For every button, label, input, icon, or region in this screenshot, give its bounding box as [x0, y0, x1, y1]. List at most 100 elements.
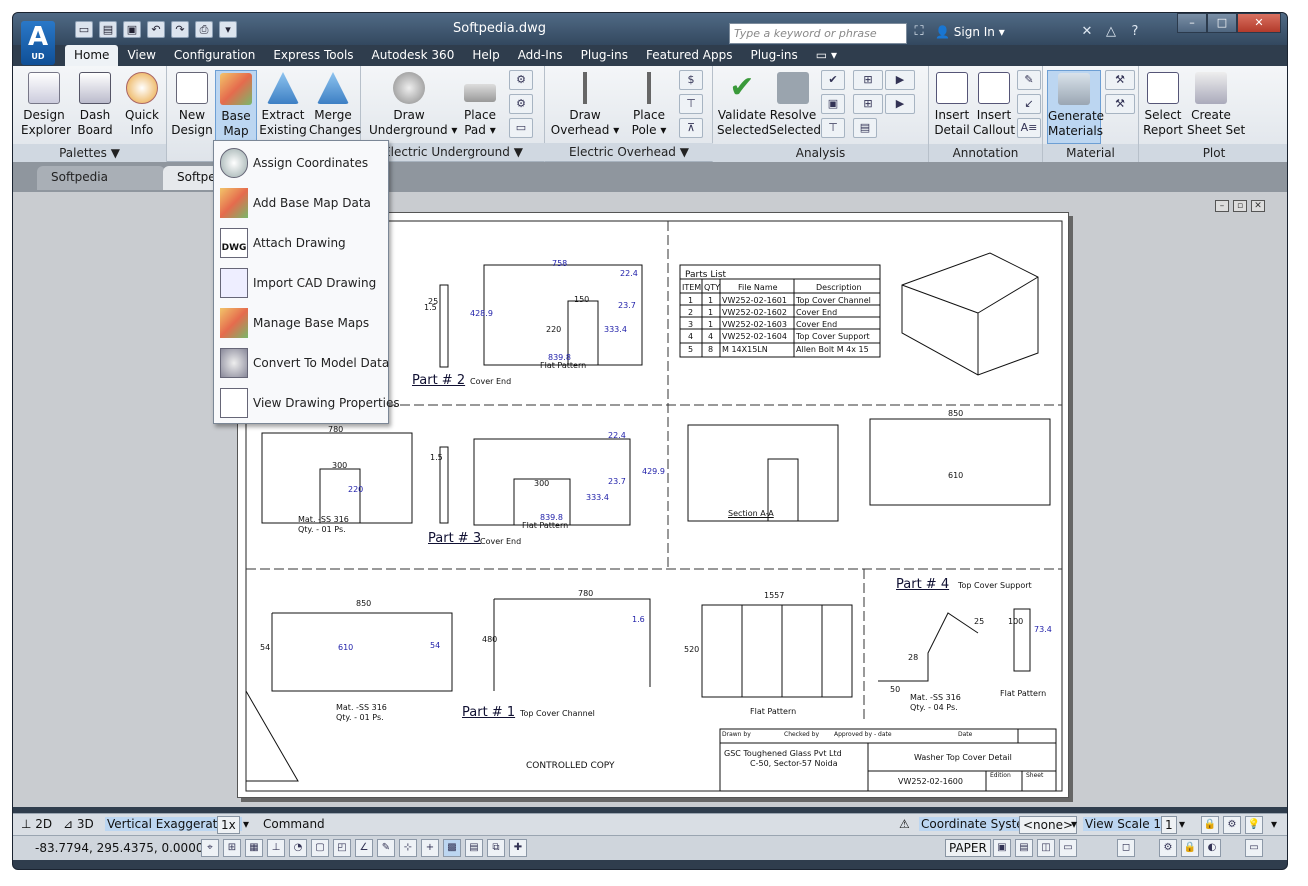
viewport-restore-icon[interactable]: ▫ — [1233, 200, 1247, 212]
palettes-title[interactable]: Palettes ▼ — [13, 144, 166, 162]
polar-icon[interactable]: ◔ — [289, 839, 307, 857]
transparency-icon[interactable]: ▩ — [443, 839, 461, 857]
dyn-icon[interactable]: ⊹ — [399, 839, 417, 857]
coordinate-dropdown-icon[interactable]: ▾ — [1071, 817, 1077, 831]
ducs-icon[interactable]: ✎ — [377, 839, 395, 857]
otrack-icon[interactable]: ∠ — [355, 839, 373, 857]
underground-tool-1-icon[interactable]: ⚙ — [509, 70, 533, 90]
tab-configuration[interactable]: Configuration — [165, 45, 264, 66]
app-menu-button[interactable]: A UD — [21, 21, 55, 65]
tab-view[interactable]: View — [118, 45, 164, 66]
generate-materials-button[interactable]: Generate Materials — [1047, 70, 1104, 144]
draw-overhead-button[interactable]: Draw Overhead ▾ — [549, 70, 621, 138]
qat-dropdown-icon[interactable]: ▾ — [219, 21, 237, 38]
workspace-icon[interactable]: ⚙ — [1159, 839, 1177, 857]
quick-properties-icon[interactable]: ▤ — [465, 839, 483, 857]
menu-item-view-drawing-properties[interactable]: View Drawing Properties — [214, 383, 400, 423]
ortho-icon[interactable]: ⊥ — [267, 839, 285, 857]
tab-home[interactable]: Home — [65, 45, 119, 66]
dash-board-button[interactable]: Dash Board — [75, 70, 115, 138]
sign-in-button[interactable]: 👤 Sign In ▾ — [935, 25, 1005, 39]
maximize-button[interactable]: □ — [1207, 13, 1237, 33]
exaggeration-value[interactable]: 1x — [217, 816, 240, 834]
analysis-tool-4-icon[interactable]: ⊞ — [853, 70, 883, 90]
merge-changes-button[interactable]: Merge Changes — [309, 70, 361, 138]
annotation-tool-2-icon[interactable]: ↙ — [1017, 94, 1041, 114]
print-icon[interactable]: ⎙ — [195, 21, 213, 38]
analysis-tool-1-icon[interactable]: ✔ — [821, 70, 845, 90]
new-file-icon[interactable]: ▭ — [75, 21, 93, 38]
material-tool-2-icon[interactable]: ⚒ — [1105, 94, 1135, 114]
undo-icon[interactable]: ↶ — [147, 21, 165, 38]
clean-screen-icon[interactable]: ▭ — [1245, 839, 1263, 857]
annotation-title[interactable]: Annotation — [929, 144, 1042, 162]
drawing-canvas[interactable]: – ▫ ✕ Parts List ITEM QTY File Name Desc… — [13, 192, 1287, 807]
tab-add-ins[interactable]: Add-Ins — [509, 45, 572, 66]
viewport-minimize-icon[interactable]: – — [1215, 200, 1229, 212]
design-explorer-button[interactable]: Design Explorer — [21, 70, 71, 138]
grid-icon[interactable]: ▦ — [245, 839, 263, 857]
osnap-icon[interactable]: ▢ — [311, 839, 329, 857]
tab-help[interactable]: Help — [463, 45, 508, 66]
infer-constraints-icon[interactable]: ⌖ — [201, 839, 219, 857]
search-input[interactable]: Type a keyword or phrase — [729, 23, 907, 44]
draw-underground-button[interactable]: Draw Underground ▾ — [369, 70, 457, 138]
underground-tool-3-icon[interactable]: ▭ — [509, 118, 533, 138]
close-button[interactable]: ✕ — [1237, 13, 1281, 33]
tab-featured-apps[interactable]: Featured Apps — [637, 45, 741, 66]
select-report-button[interactable]: Select Report — [1143, 70, 1183, 138]
paper-model-toggle[interactable]: PAPER — [945, 839, 991, 857]
save-icon[interactable]: ▣ — [123, 21, 141, 38]
3d-osnap-icon[interactable]: ◰ — [333, 839, 351, 857]
analysis-tool-2-icon[interactable]: ▣ — [821, 94, 845, 114]
quick-view-drawings-icon[interactable]: ▤ — [1015, 839, 1033, 857]
underground-tool-2-icon[interactable]: ⚙ — [509, 94, 533, 114]
tab-express-tools[interactable]: Express Tools — [264, 45, 362, 66]
maximize-viewport-icon[interactable]: ◻ — [1117, 839, 1135, 857]
menu-item-import-cad-drawing[interactable]: Import CAD Drawing — [214, 263, 388, 303]
exaggeration-dropdown-icon[interactable]: ▾ — [243, 817, 249, 831]
quick-view-layouts-icon[interactable]: ▣ — [993, 839, 1011, 857]
menu-item-convert-to-model-data[interactable]: Convert To Model Data — [214, 343, 389, 383]
minimize-button[interactable]: – — [1177, 13, 1207, 33]
viewport-close-icon[interactable]: ✕ — [1251, 200, 1265, 212]
new-design-button[interactable]: New Design — [171, 70, 213, 138]
analysis-tool-3-icon[interactable]: ⊤ — [821, 118, 845, 138]
analysis-tool-6-icon[interactable]: ⊞ — [853, 94, 883, 114]
extract-existing-button[interactable]: Extract Existing — [259, 70, 307, 138]
validate-selected-button[interactable]: ✔ Validate Selected — [717, 70, 769, 138]
tab-overflow-icon[interactable]: ▭ ▾ — [807, 45, 846, 66]
menu-item-add-base-map-data[interactable]: Add Base Map Data — [214, 183, 388, 223]
annotation-monitor-icon[interactable]: ✚ — [509, 839, 527, 857]
electric-overhead-title[interactable]: Electric Overhead ▼ — [545, 143, 713, 161]
text-style-icon[interactable]: A≡ — [1017, 118, 1041, 138]
lineweight-icon[interactable]: + — [421, 839, 439, 857]
resolve-selected-button[interactable]: Resolve Selected — [769, 70, 821, 138]
overhead-tool-1-icon[interactable]: $ — [679, 70, 703, 90]
analysis-title[interactable]: Analysis — [713, 144, 928, 162]
pan-icon[interactable]: ◫ — [1037, 839, 1055, 857]
3d-toggle[interactable]: ⊿ 3D — [63, 817, 94, 831]
create-sheet-set-button[interactable]: Create Sheet Set — [1187, 70, 1245, 138]
snap-icon[interactable]: ⊞ — [223, 839, 241, 857]
place-pad-button[interactable]: Place Pad ▾ — [457, 70, 503, 138]
2d-toggle[interactable]: ⊥ 2D — [21, 817, 52, 831]
analysis-tool-8-icon[interactable]: ▤ — [853, 118, 877, 138]
zoom-icon[interactable]: ▭ — [1059, 839, 1077, 857]
overhead-tool-2-icon[interactable]: ⊤ — [679, 94, 703, 114]
view-scale-dropdown-icon[interactable]: ▾ — [1179, 817, 1185, 831]
exchange-icon[interactable]: ✕ — [1077, 23, 1097, 41]
selection-cycling-icon[interactable]: ⧉ — [487, 839, 505, 857]
command-label[interactable]: Command — [263, 817, 325, 831]
analysis-tool-7-icon[interactable]: ▶ — [885, 94, 915, 114]
hardware-acceleration-icon[interactable]: ◐ — [1203, 839, 1221, 857]
coordinate-system-value[interactable]: <none> — [1019, 816, 1078, 834]
toolbar-lock-icon[interactable]: 🔒 — [1181, 839, 1199, 857]
analysis-tool-5-icon[interactable]: ▶ — [885, 70, 915, 90]
doc-tab-softpedia-1[interactable]: Softpedia — [37, 166, 165, 190]
place-pole-button[interactable]: Place Pole ▾ — [627, 70, 671, 138]
annotation-scale-icon[interactable]: ⚙ — [1223, 816, 1241, 834]
insert-callout-button[interactable]: Insert Callout — [973, 70, 1015, 138]
lock-icon[interactable]: 🔒 — [1201, 816, 1219, 834]
autodesk-360-icon[interactable]: △ — [1101, 23, 1121, 41]
